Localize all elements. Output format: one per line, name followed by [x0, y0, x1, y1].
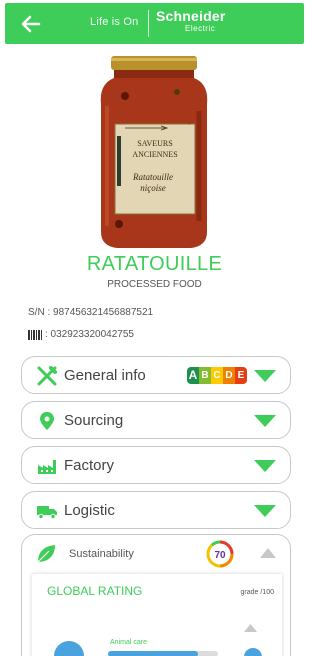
- accordion-factory[interactable]: Factory: [21, 446, 291, 484]
- accordion-label-sourcing: Sourcing: [64, 412, 124, 429]
- animal-care-bar-fill: [108, 651, 199, 656]
- fork-knife-icon: [37, 366, 57, 386]
- chevron-down-icon[interactable]: [254, 415, 276, 427]
- jar-label-line1: SAVEURS: [137, 139, 172, 148]
- top-bar: Life is On Schneider Electric: [5, 3, 304, 44]
- accordion-label-factory: Factory: [64, 457, 115, 474]
- product-category: PROCESSED FOOD: [107, 279, 202, 290]
- leaf-icon: [37, 545, 55, 563]
- chevron-up-icon[interactable]: [260, 548, 276, 558]
- accordion-label-logistic: Logistic: [64, 502, 115, 519]
- accordion-sustainability[interactable]: Sustainability 70 GLOBAL RATING grade /1…: [21, 534, 291, 656]
- chevron-up-icon[interactable]: [244, 624, 257, 632]
- accordion-sourcing[interactable]: Sourcing: [21, 401, 291, 439]
- tagline: Life is On: [90, 16, 139, 28]
- brand-divider: [148, 10, 149, 37]
- nutriscore-a: A: [187, 367, 199, 384]
- nutriscore-b: B: [199, 367, 211, 384]
- animal-care-score-dot: [244, 648, 262, 656]
- global-rating-panel: GLOBAL RATING grade /100 Animal care: [32, 574, 282, 656]
- barcode-row: : 032923320042755: [28, 329, 134, 340]
- sustainability-score-badge: 70: [206, 540, 234, 568]
- product-name: RATATOUILLE: [86, 253, 223, 275]
- factory-icon: [38, 460, 56, 474]
- jar-label-line2: ANCIENNES: [132, 150, 177, 159]
- barcode-value: : 032923320042755: [45, 329, 134, 340]
- barcode-icon: [28, 329, 42, 340]
- chevron-down-icon[interactable]: [254, 460, 276, 472]
- jar-label-line3: Ratatouille: [132, 172, 173, 182]
- accordion-label-general-info: General info: [64, 367, 146, 384]
- product-image: SAVEURS ANCIENNES Ratatouille niçoise: [100, 56, 208, 248]
- brand-subname: Electric: [185, 24, 216, 33]
- sustainability-score: 70: [214, 550, 226, 561]
- animal-care-bar: [108, 651, 218, 656]
- accordion-logistic[interactable]: Logistic: [21, 491, 291, 529]
- chevron-down-icon[interactable]: [254, 505, 276, 517]
- chevron-down-icon[interactable]: [254, 370, 276, 382]
- jar-label-line4: niçoise: [140, 183, 166, 193]
- accordion-label-sustainability: Sustainability: [69, 548, 134, 560]
- location-pin-icon: [40, 412, 54, 430]
- back-arrow-icon[interactable]: [19, 12, 43, 36]
- grade-label: grade /100: [240, 589, 274, 596]
- animal-care-label: Animal care: [110, 639, 147, 646]
- animal-care-icon: [54, 641, 84, 656]
- serial-number: S/N : 987456321456887521: [28, 307, 154, 318]
- brand-logo: Schneider Electric: [156, 8, 226, 33]
- nutriscore-badge: A B C D E: [187, 367, 247, 384]
- nutriscore-e: E: [235, 367, 247, 384]
- truck-icon: [37, 506, 57, 520]
- brand-name: Schneider: [156, 8, 226, 24]
- global-rating-title: GLOBAL RATING: [47, 584, 143, 598]
- nutriscore-c: C: [211, 367, 223, 384]
- nutriscore-d: D: [223, 367, 235, 384]
- accordion-general-info[interactable]: General info A B C D E: [21, 356, 291, 394]
